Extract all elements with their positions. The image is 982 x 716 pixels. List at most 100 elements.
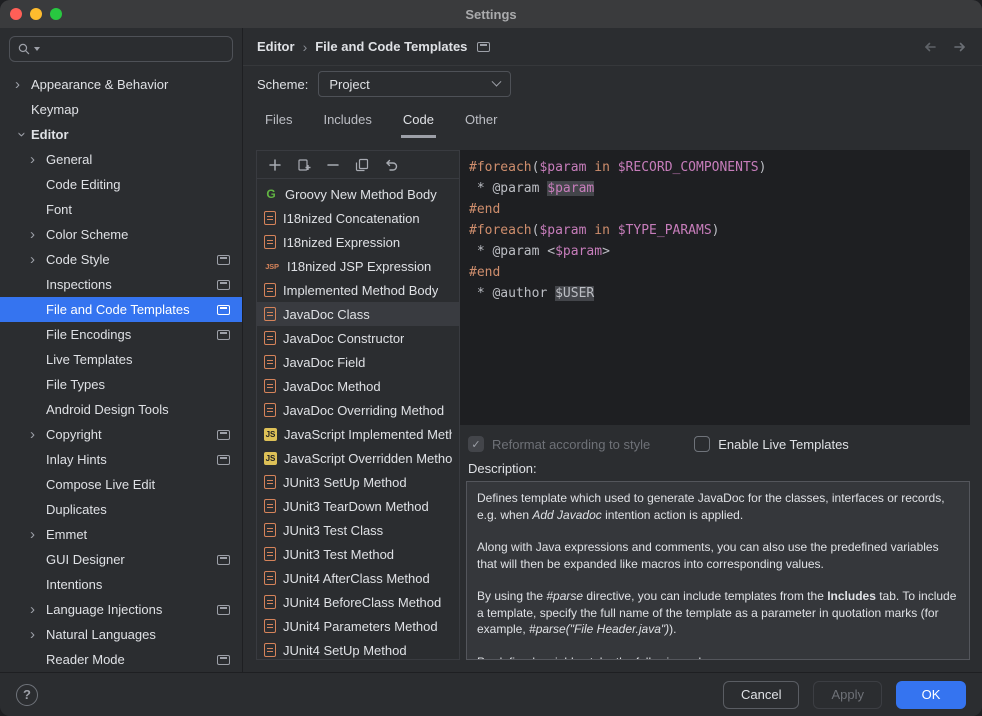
- sidebar-item-intentions[interactable]: Intentions: [0, 572, 242, 597]
- groovy-file-icon: G: [264, 187, 278, 201]
- forward-icon[interactable]: [952, 39, 968, 55]
- sidebar-item-natural-languages[interactable]: ›Natural Languages: [0, 622, 242, 647]
- add-template-icon[interactable]: [267, 157, 283, 173]
- search-input[interactable]: [47, 42, 225, 57]
- sidebar-item-android-design-tools[interactable]: Android Design Tools: [0, 397, 242, 422]
- sidebar-item-file-encodings[interactable]: File Encodings: [0, 322, 242, 347]
- template-item-i18nized-concatenation[interactable]: I18nized Concatenation: [257, 206, 459, 230]
- chevron-right-icon[interactable]: ›: [28, 152, 46, 167]
- code-line[interactable]: * @author $USER: [469, 283, 970, 304]
- template-item-groovy-new-method-body[interactable]: GGroovy New Method Body: [257, 182, 459, 206]
- template-item-implemented-method-body[interactable]: Implemented Method Body: [257, 278, 459, 302]
- sidebar-item-general[interactable]: ›General: [0, 147, 242, 172]
- breadcrumb-editor[interactable]: Editor: [257, 39, 295, 54]
- chevron-right-icon[interactable]: ›: [13, 77, 31, 92]
- template-item-label: I18nized JSP Expression: [287, 259, 431, 274]
- code-line[interactable]: * @param <$param>: [469, 241, 970, 262]
- sidebar-item-file-types[interactable]: File Types: [0, 372, 242, 397]
- template-item-junit3-test-class[interactable]: JUnit3 Test Class: [257, 518, 459, 542]
- code-line[interactable]: #foreach($param in $RECORD_COMPONENTS): [469, 157, 970, 178]
- template-item-junit3-teardown-method[interactable]: JUnit3 TearDown Method: [257, 494, 459, 518]
- sidebar-item-inspections[interactable]: Inspections: [0, 272, 242, 297]
- sidebar-item-appearance-behavior[interactable]: ›Appearance & Behavior: [0, 72, 242, 97]
- chevron-right-icon[interactable]: ›: [28, 627, 46, 642]
- chevron-right-icon[interactable]: ›: [28, 252, 46, 267]
- search-history-caret-icon[interactable]: [34, 47, 40, 51]
- chevron-right-icon[interactable]: ›: [28, 227, 46, 242]
- tab-code[interactable]: Code: [401, 106, 436, 138]
- chevron-right-icon[interactable]: ›: [28, 527, 46, 542]
- template-item-i18nized-jsp-expression[interactable]: JSPI18nized JSP Expression: [257, 254, 459, 278]
- screen-icon: [217, 555, 230, 565]
- sidebar-item-duplicates[interactable]: Duplicates: [0, 497, 242, 522]
- cancel-button[interactable]: Cancel: [723, 681, 799, 709]
- code-line[interactable]: #foreach($param in $TYPE_PARAMS): [469, 220, 970, 241]
- checkbox-unchecked-icon[interactable]: [694, 436, 710, 452]
- template-item-javadoc-method[interactable]: JavaDoc Method: [257, 374, 459, 398]
- titlebar[interactable]: Settings: [0, 0, 982, 28]
- sidebar-item-reader-mode[interactable]: Reader Mode: [0, 647, 242, 672]
- screen-icon: [217, 605, 230, 615]
- code-line[interactable]: #end: [469, 262, 970, 283]
- sidebar-item-code-style[interactable]: ›Code Style: [0, 247, 242, 272]
- template-item-junit3-setup-method[interactable]: JUnit3 SetUp Method: [257, 470, 459, 494]
- sidebar-item-file-and-code-templates[interactable]: File and Code Templates: [0, 297, 242, 322]
- settings-sidebar: ›Appearance & BehaviorKeymap›Editor›Gene…: [0, 28, 243, 672]
- settings-search-box[interactable]: [9, 36, 233, 62]
- template-item-junit3-test-method[interactable]: JUnit3 Test Method: [257, 542, 459, 566]
- enable-live-templates-option[interactable]: Enable Live Templates: [694, 436, 849, 452]
- create-child-template-icon[interactable]: [296, 157, 312, 173]
- sidebar-item-emmet[interactable]: ›Emmet: [0, 522, 242, 547]
- back-icon[interactable]: [922, 39, 938, 55]
- template-item-javascript-implemented-method[interactable]: JSJavaScript Implemented Method: [257, 422, 459, 446]
- chevron-right-icon[interactable]: ›: [28, 427, 46, 442]
- sidebar-item-inlay-hints[interactable]: Inlay Hints: [0, 447, 242, 472]
- template-item-javadoc-class[interactable]: JavaDoc Class: [257, 302, 459, 326]
- remove-template-icon[interactable]: [325, 157, 341, 173]
- template-file-icon: [264, 523, 276, 537]
- sidebar-item-live-templates[interactable]: Live Templates: [0, 347, 242, 372]
- chevron-down-icon[interactable]: ›: [15, 126, 30, 144]
- template-list-toolbar: [257, 151, 459, 179]
- minimize-window-button[interactable]: [30, 8, 42, 20]
- zoom-window-button[interactable]: [50, 8, 62, 20]
- sidebar-item-label: Emmet: [46, 527, 230, 542]
- chevron-right-icon[interactable]: ›: [28, 602, 46, 617]
- sidebar-item-editor[interactable]: ›Editor: [0, 122, 242, 147]
- scheme-select[interactable]: Project: [318, 71, 511, 97]
- template-item-javadoc-overriding-method[interactable]: JavaDoc Overriding Method: [257, 398, 459, 422]
- sidebar-item-code-editing[interactable]: Code Editing: [0, 172, 242, 197]
- template-item-junit4-setup-method[interactable]: JUnit4 SetUp Method: [257, 638, 459, 659]
- ok-button[interactable]: OK: [896, 681, 966, 709]
- template-item-junit4-afterclass-method[interactable]: JUnit4 AfterClass Method: [257, 566, 459, 590]
- help-button[interactable]: ?: [16, 684, 38, 706]
- sidebar-item-color-scheme[interactable]: ›Color Scheme: [0, 222, 242, 247]
- code-line[interactable]: #end: [469, 199, 970, 220]
- tab-files[interactable]: Files: [263, 106, 294, 138]
- sidebar-item-compose-live-edit[interactable]: Compose Live Edit: [0, 472, 242, 497]
- sidebar-item-font[interactable]: Font: [0, 197, 242, 222]
- template-item-junit4-beforeclass-method[interactable]: JUnit4 BeforeClass Method: [257, 590, 459, 614]
- template-item-i18nized-expression[interactable]: I18nized Expression: [257, 230, 459, 254]
- template-file-icon: [264, 235, 276, 249]
- template-item-javascript-overridden-method[interactable]: JSJavaScript Overridden Method: [257, 446, 459, 470]
- copy-template-icon[interactable]: [354, 157, 370, 173]
- sidebar-item-keymap[interactable]: Keymap: [0, 97, 242, 122]
- template-item-label: JavaDoc Field: [283, 355, 365, 370]
- code-line[interactable]: * @param $param: [469, 178, 970, 199]
- sidebar-item-language-injections[interactable]: ›Language Injections: [0, 597, 242, 622]
- template-editor[interactable]: #foreach($param in $RECORD_COMPONENTS) *…: [460, 150, 970, 425]
- template-file-icon: [264, 547, 276, 561]
- reset-template-icon[interactable]: [383, 157, 399, 173]
- template-item-javadoc-field[interactable]: JavaDoc Field: [257, 350, 459, 374]
- tab-other[interactable]: Other: [463, 106, 500, 138]
- tab-includes[interactable]: Includes: [321, 106, 373, 138]
- sidebar-item-label: GUI Designer: [46, 552, 211, 567]
- sidebar-item-copyright[interactable]: ›Copyright: [0, 422, 242, 447]
- search-icon: [17, 42, 31, 56]
- close-window-button[interactable]: [10, 8, 22, 20]
- template-item-label: JavaScript Implemented Method: [284, 427, 452, 442]
- sidebar-item-gui-designer[interactable]: GUI Designer: [0, 547, 242, 572]
- template-item-javadoc-constructor[interactable]: JavaDoc Constructor: [257, 326, 459, 350]
- template-item-junit4-parameters-method[interactable]: JUnit4 Parameters Method: [257, 614, 459, 638]
